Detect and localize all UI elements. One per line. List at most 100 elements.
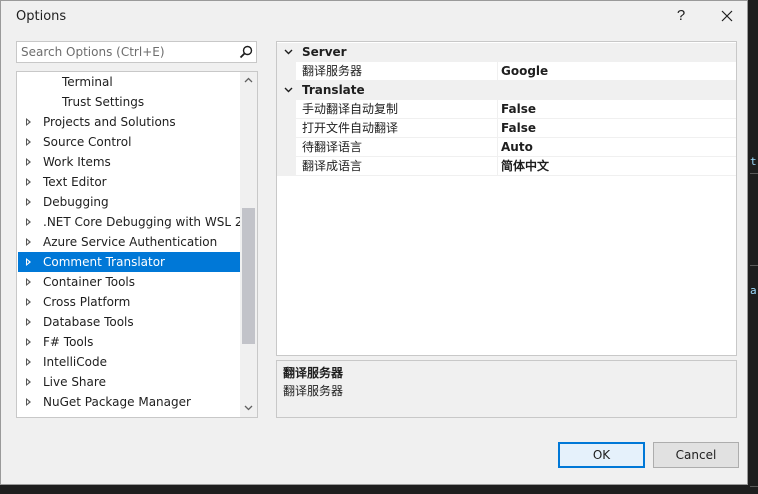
expand-arrow-icon[interactable]: [26, 138, 31, 146]
tree-item-label: Cross Platform: [43, 295, 131, 309]
window-title: Options: [16, 9, 67, 24]
bg-line: [750, 173, 758, 174]
row-margin: [277, 119, 296, 138]
row-margin: [277, 138, 296, 157]
tree-item[interactable]: Source Control: [18, 132, 240, 152]
chevron-up-icon: [244, 77, 253, 83]
tree-item-label: Text Editor: [43, 175, 107, 189]
tree-item[interactable]: Container Tools: [18, 272, 240, 292]
property-name: 待翻译语言: [302, 138, 498, 157]
category-label: Translate: [302, 83, 365, 97]
bg-glyph: t: [750, 155, 757, 168]
tree-item[interactable]: Trust Settings: [18, 92, 240, 112]
expand-arrow-icon[interactable]: [26, 238, 31, 246]
category-translate[interactable]: Translate: [277, 81, 736, 100]
property-value[interactable]: False: [501, 100, 536, 119]
expand-arrow-icon[interactable]: [26, 158, 31, 166]
tree-item-label: Terminal: [62, 75, 113, 89]
category-label: Server: [302, 45, 347, 59]
tree-item-label: Container Tools: [43, 275, 136, 289]
tree-item[interactable]: Azure Service Authentication: [18, 232, 240, 252]
property-value[interactable]: Auto: [501, 138, 533, 157]
expand-arrow-icon[interactable]: [26, 378, 31, 386]
expand-arrow-icon[interactable]: [26, 338, 31, 346]
tree-item-label: Debugging: [43, 195, 109, 209]
description-panel: 翻译服务器 翻译服务器: [276, 360, 737, 418]
description-title: 翻译服务器: [283, 366, 344, 380]
expand-arrow-icon[interactable]: [26, 318, 31, 326]
tree-item[interactable]: F# Tools: [18, 332, 240, 352]
property-row[interactable]: 翻译成语言 简体中文: [277, 157, 736, 176]
tree-item-label: Comment Translator: [43, 255, 165, 269]
tree-item-label: NuGet Package Manager: [43, 395, 191, 409]
expand-arrow-icon[interactable]: [26, 118, 31, 126]
property-row[interactable]: 翻译服务器 Google: [277, 62, 736, 81]
property-row[interactable]: 待翻译语言 Auto: [277, 138, 736, 157]
row-margin: [277, 100, 296, 119]
search-input[interactable]: [17, 42, 239, 62]
expand-arrow-icon[interactable]: [26, 258, 31, 266]
tree-item-label: Work Items: [43, 155, 111, 169]
chevron-down-icon: [244, 405, 253, 411]
tree-item[interactable]: Comment Translator: [18, 252, 240, 272]
property-row[interactable]: 手动翻译自动复制 False: [277, 100, 736, 119]
close-button[interactable]: [712, 4, 742, 28]
tree-item[interactable]: Work Items: [18, 152, 240, 172]
category-server[interactable]: Server: [277, 43, 736, 62]
scroll-down-button[interactable]: [240, 400, 257, 417]
property-value[interactable]: False: [501, 119, 536, 138]
tree-item[interactable]: NuGet Package Manager: [18, 392, 240, 412]
bg-line: [750, 486, 758, 487]
property-name: 翻译服务器: [302, 62, 498, 81]
tree-item-label: Trust Settings: [62, 95, 145, 109]
bg-line: [750, 265, 758, 266]
chevron-expanded-icon[interactable]: [282, 43, 294, 62]
tree-item-label: F# Tools: [43, 335, 94, 349]
title-bar[interactable]: Options ?: [1, 1, 747, 31]
tree-item[interactable]: Text Editor: [18, 172, 240, 192]
tree-item[interactable]: Debugging: [18, 192, 240, 212]
bg-glyph: a: [750, 284, 757, 297]
cancel-button[interactable]: Cancel: [653, 442, 739, 468]
tree-item-label: IntelliCode: [43, 355, 107, 369]
options-dialog: Options ? Terminal Trust Settings Projects…: [0, 0, 748, 485]
tree-item-label: Source Control: [43, 135, 132, 149]
search-box: [16, 41, 257, 63]
tree-item[interactable]: Database Tools: [18, 312, 240, 332]
expand-arrow-icon[interactable]: [26, 178, 31, 186]
tree-item-label: Live Share: [43, 375, 106, 389]
property-row[interactable]: 打开文件自动翻译 False: [277, 119, 736, 138]
expand-arrow-icon[interactable]: [26, 278, 31, 286]
expand-arrow-icon[interactable]: [26, 218, 31, 226]
property-grid[interactable]: Server 翻译服务器 Google Translate 手动翻译自动复制 F…: [276, 41, 737, 356]
tree-scrollbar[interactable]: [240, 72, 257, 417]
search-icon[interactable]: [239, 45, 253, 59]
property-name: 手动翻译自动复制: [302, 100, 498, 119]
tree-item[interactable]: IntelliCode: [18, 352, 240, 372]
options-tree[interactable]: Terminal Trust Settings Projects and Solut…: [16, 71, 258, 418]
tree-item[interactable]: Cross Platform: [18, 292, 240, 312]
expand-arrow-icon[interactable]: [26, 398, 31, 406]
expand-arrow-icon[interactable]: [26, 198, 31, 206]
scroll-up-button[interactable]: [240, 72, 257, 89]
close-icon: [721, 10, 733, 22]
chevron-expanded-icon[interactable]: [282, 81, 294, 100]
property-value[interactable]: 简体中文: [501, 157, 549, 176]
ok-button[interactable]: OK: [558, 442, 645, 468]
scrollbar-thumb[interactable]: [242, 208, 255, 344]
tree-item[interactable]: Terminal: [18, 72, 240, 92]
tree-item-label: Database Tools: [43, 315, 134, 329]
expand-arrow-icon[interactable]: [26, 358, 31, 366]
row-margin: [277, 157, 296, 176]
tree-item[interactable]: Live Share: [18, 372, 240, 392]
help-button[interactable]: ?: [666, 4, 696, 28]
tree-item-label: .NET Core Debugging with WSL 2: [43, 215, 243, 229]
property-value[interactable]: Google: [501, 62, 548, 81]
row-margin: [277, 62, 296, 81]
tree-item[interactable]: .NET Core Debugging with WSL 2: [18, 212, 243, 232]
property-name: 翻译成语言: [302, 157, 498, 176]
tree-item[interactable]: Projects and Solutions: [18, 112, 240, 132]
property-name: 打开文件自动翻译: [302, 119, 498, 138]
tree-item-label: Projects and Solutions: [43, 115, 176, 129]
expand-arrow-icon[interactable]: [26, 298, 31, 306]
